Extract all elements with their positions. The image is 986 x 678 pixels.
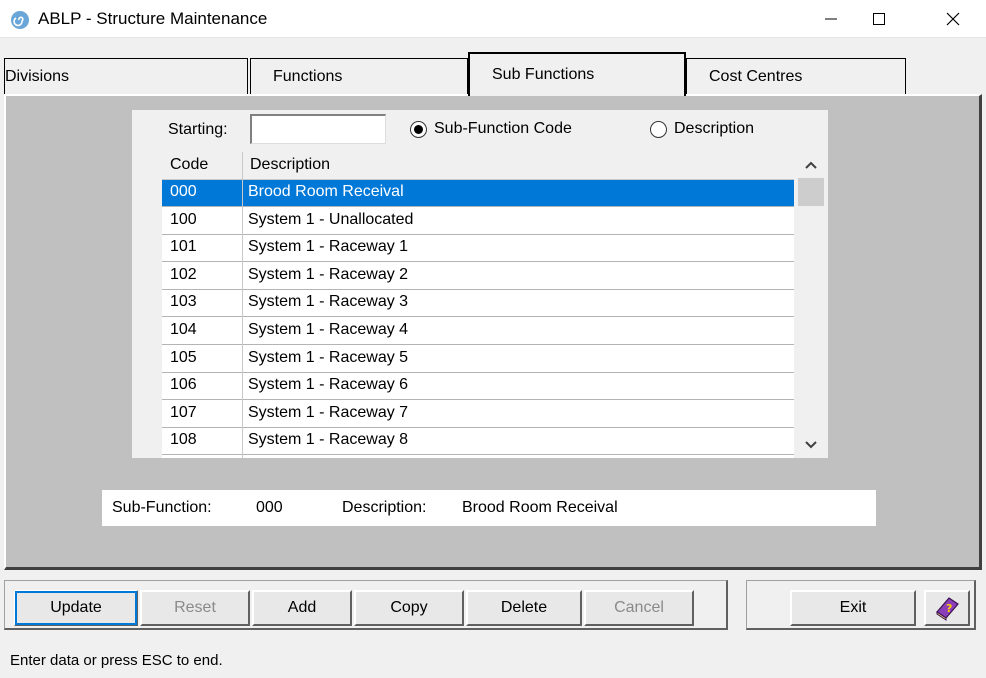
- row-description: System 1 - Raceway 6: [248, 376, 409, 394]
- delete-button[interactable]: Delete: [466, 590, 582, 626]
- radio-sub-function-code-label[interactable]: Sub-Function Code: [434, 120, 572, 138]
- row-description: System 1 - Raceway 4: [248, 321, 409, 338]
- update-button[interactable]: Update: [14, 590, 138, 626]
- maximize-icon: [873, 13, 885, 25]
- row-code: 102: [170, 265, 197, 283]
- sub-function-list[interactable]: Code Description 000 Brood Room Receival 1…: [162, 152, 828, 458]
- row-description: System 1 - Raceway 7: [248, 403, 409, 421]
- table-row[interactable]: 100 System 1 - Unallocated: [162, 208, 794, 235]
- radio-sub-function-code[interactable]: [410, 121, 427, 138]
- table-row[interactable]: 000 Brood Room Receival: [162, 180, 794, 207]
- table-row[interactable]: 101 System 1 - Raceway 1: [162, 235, 794, 263]
- chevron-up-icon: [805, 161, 817, 169]
- row-description: System 1 - Raceway 2: [248, 265, 409, 283]
- row-description: System 1 - Unallocated: [248, 210, 414, 228]
- reset-button[interactable]: Reset: [140, 590, 250, 626]
- row-code: 106: [170, 376, 197, 394]
- add-button[interactable]: Add: [252, 590, 352, 626]
- scroll-down-button[interactable]: [794, 432, 828, 458]
- vertical-scrollbar[interactable]: [794, 152, 828, 458]
- radio-description[interactable]: [650, 121, 667, 138]
- help-book-icon: ?: [936, 597, 959, 621]
- app-spiral-icon: [10, 10, 30, 30]
- row-description: System 1 - Raceway 3: [248, 293, 409, 311]
- chevron-down-icon: [805, 441, 817, 449]
- column-header-code[interactable]: Code: [170, 156, 208, 174]
- row-code: 105: [170, 348, 197, 366]
- row-code: 101: [170, 238, 197, 256]
- row-code: 000: [170, 183, 197, 200]
- tab-divisions[interactable]: Divisions: [4, 58, 248, 94]
- table-row[interactable]: 106 System 1 - Raceway 6: [162, 373, 794, 401]
- tab-label: Sub Functions: [492, 66, 595, 83]
- status-text: Enter data or press ESC to end.: [10, 652, 223, 669]
- svg-text:?: ?: [946, 602, 952, 615]
- row-code: 100: [170, 210, 197, 228]
- table-row[interactable]: 108 System 1 - Raceway 8: [162, 428, 794, 456]
- tab-label: Functions: [273, 67, 343, 85]
- close-icon: [946, 12, 960, 26]
- description-label: Description:: [342, 499, 427, 516]
- table-row[interactable]: 104 System 1 - Raceway 4: [162, 318, 794, 345]
- description-value[interactable]: Brood Room Receival: [462, 499, 618, 517]
- tab-cost-centres[interactable]: Cost Centres: [686, 58, 906, 94]
- column-header-description[interactable]: Description: [250, 156, 330, 174]
- close-button[interactable]: [930, 0, 976, 38]
- scroll-thumb[interactable]: [798, 178, 824, 206]
- tab-sub-functions[interactable]: Sub Functions: [468, 52, 686, 96]
- minimize-icon: [825, 18, 837, 20]
- starting-input[interactable]: [250, 114, 386, 144]
- scroll-up-button[interactable]: [794, 152, 828, 178]
- row-code: 107: [170, 403, 197, 421]
- sub-function-value[interactable]: 000: [256, 499, 283, 517]
- cancel-button[interactable]: Cancel: [584, 590, 694, 626]
- list-header: Code Description: [162, 152, 794, 180]
- starting-label: Starting:: [168, 121, 228, 138]
- table-row[interactable]: 102 System 1 - Raceway 2: [162, 263, 794, 290]
- radio-description-label[interactable]: Description: [674, 120, 754, 138]
- exit-button[interactable]: Exit: [790, 590, 916, 626]
- maximize-button[interactable]: [856, 0, 902, 38]
- tab-functions[interactable]: Functions: [250, 58, 468, 94]
- row-code: 108: [170, 431, 197, 449]
- minimize-button[interactable]: [808, 0, 854, 38]
- row-code: 104: [170, 321, 197, 338]
- copy-button[interactable]: Copy: [354, 590, 464, 626]
- table-row[interactable]: 107 System 1 - Raceway 7: [162, 401, 794, 428]
- table-row[interactable]: 105 System 1 - Raceway 5: [162, 346, 794, 373]
- row-description: Brood Room Receival: [248, 183, 404, 200]
- tab-label: Divisions: [5, 67, 70, 85]
- table-row[interactable]: 103 System 1 - Raceway 3: [162, 290, 794, 318]
- tab-label: Cost Centres: [709, 67, 803, 85]
- sub-function-label: Sub-Function:: [112, 499, 212, 516]
- row-code: 103: [170, 293, 197, 311]
- row-description: System 1 - Raceway 1: [248, 238, 409, 256]
- row-description: System 1 - Raceway 5: [248, 348, 409, 366]
- column-separator: [242, 152, 243, 458]
- help-button[interactable]: ?: [924, 590, 970, 626]
- window-title: ABLP - Structure Maintenance: [38, 9, 268, 28]
- row-description: System 1 - Raceway 8: [248, 431, 409, 449]
